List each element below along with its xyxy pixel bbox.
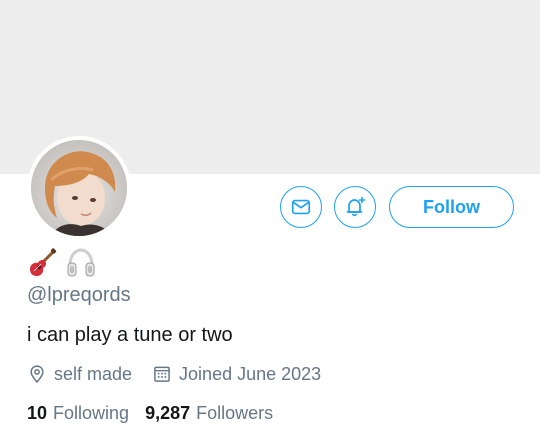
- followers-count: 9,287: [145, 402, 191, 423]
- profile-handle: @lpreqords: [27, 284, 131, 306]
- follow-button[interactable]: Follow: [389, 186, 514, 228]
- profile-bio: i can play a tune or two: [27, 324, 233, 346]
- message-button[interactable]: [280, 186, 322, 228]
- location-text: self made: [54, 363, 133, 384]
- bell-plus-icon: [346, 196, 366, 217]
- followers-label: Followers: [196, 402, 274, 423]
- profile-meta: self made Joined June 2023: [27, 360, 321, 388]
- following-count: 10: [27, 402, 48, 423]
- calendar-icon: [154, 366, 170, 382]
- following-link[interactable]: 10 Following: [27, 403, 129, 424]
- following-label: Following: [53, 402, 130, 423]
- location-pin-icon: [30, 365, 44, 383]
- joined-item: Joined June 2023: [152, 364, 321, 385]
- profile-emojis: [26, 246, 96, 280]
- mail-icon: [291, 199, 311, 215]
- guitar-icon: [30, 248, 57, 276]
- joined-text: Joined June 2023: [179, 363, 322, 384]
- profile-stats: 10 Following 9,287 Followers: [27, 400, 273, 426]
- avatar-photo: [31, 140, 127, 236]
- followers-link[interactable]: 9,287 Followers: [145, 403, 273, 424]
- avatar[interactable]: [27, 136, 131, 240]
- headphones-icon: [67, 248, 95, 277]
- notifications-button[interactable]: [334, 186, 376, 228]
- location-item: self made: [27, 364, 132, 385]
